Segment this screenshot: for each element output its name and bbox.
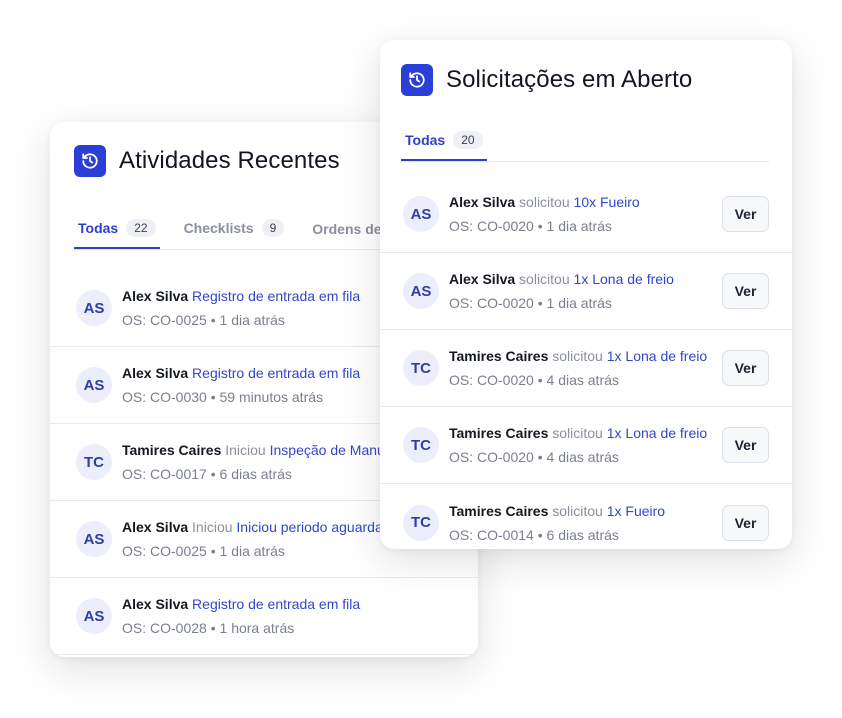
view-button[interactable]: Ver (722, 273, 769, 309)
order-number: OS: CO-0030 (122, 389, 207, 405)
user-name: Tamires Caires (449, 502, 549, 519)
avatar: AS (76, 598, 112, 634)
activity-link[interactable]: Inspeção de Manut (270, 442, 389, 458)
timestamp: 1 dia atrás (546, 295, 612, 311)
avatar: AS (403, 196, 439, 232)
tab-label: Checklists (183, 220, 254, 236)
recent-activities-title: Atividades Recentes (119, 147, 340, 174)
history-icon (74, 145, 106, 177)
order-number: OS: CO-0025 (122, 543, 207, 559)
timestamp: 1 dia atrás (546, 218, 612, 234)
user-name: Alex Silva (122, 519, 189, 535)
tab-label: Todas (78, 220, 119, 236)
request-verb: solicitou (552, 502, 603, 519)
timestamp: 59 minutos atrás (219, 389, 324, 405)
avatar: AS (76, 290, 112, 326)
user-name: Tamires Caires (449, 425, 549, 441)
order-number: OS: CO-0020 (449, 295, 534, 311)
avatar: TC (403, 504, 439, 541)
request-verb: solicitou (552, 425, 603, 441)
activity-link[interactable]: Registro de entrada em fila (192, 596, 360, 612)
order-number: OS: CO-0028 (122, 620, 207, 636)
request-verb: solicitou (519, 271, 570, 287)
activity-link[interactable]: Iniciou periodo aguarda (236, 519, 382, 535)
requested-item-link[interactable]: 1x Lona de freio (607, 348, 707, 364)
requested-item-link[interactable]: 1x Lona de freio (607, 425, 707, 441)
avatar: TC (76, 444, 112, 480)
requests-tabs: Todas 20 (401, 117, 769, 162)
timestamp: 6 dias atrás (546, 526, 619, 543)
timestamp: 4 dias atrás (546, 372, 619, 388)
timestamp: 1 dia atrás (219, 543, 285, 559)
activity-link[interactable]: Registro de entrada em fila (192, 365, 360, 381)
requested-item-link[interactable]: 1x Lona de freio (574, 271, 674, 287)
requested-item-link[interactable]: 10x Fueiro (574, 194, 640, 210)
activity-verb: Iniciou (192, 519, 233, 535)
avatar: AS (403, 273, 439, 309)
list-item[interactable]: AS Alex Silva Registro de entrada em fil… (50, 578, 478, 655)
order-number: OS: CO-0020 (449, 218, 534, 234)
timestamp: 6 dias atrás (219, 466, 292, 482)
tab-label: Todas (405, 132, 446, 148)
timestamp: 4 dias atrás (546, 449, 619, 465)
avatar: TC (403, 427, 439, 463)
request-verb: solicitou (519, 194, 570, 210)
user-name: Alex Silva (122, 288, 189, 304)
view-button[interactable]: Ver (722, 196, 769, 232)
open-requests-header: Solicitações em Aberto (380, 40, 792, 96)
tab-count: 9 (261, 219, 285, 237)
order-number: OS: CO-0020 (449, 372, 534, 388)
order-number: OS: CO-0025 (122, 312, 207, 328)
list-item: AS Alex Silva solicitou 1x Lona de freio… (380, 253, 792, 330)
history-icon (401, 64, 433, 96)
tab-checklists[interactable]: Checklists 9 (180, 219, 289, 249)
order-number: OS: CO-0017 (122, 466, 207, 482)
tab-todas[interactable]: Todas 20 (401, 131, 487, 161)
activity-verb: Iniciou (225, 442, 266, 458)
avatar: AS (76, 367, 112, 403)
view-button[interactable]: Ver (722, 427, 769, 463)
order-number: OS: CO-0014 (449, 526, 534, 543)
list-item: AS Alex Silva solicitou 10x Fueiro OS: C… (380, 176, 792, 253)
requested-item-link[interactable]: 1x Fueiro (607, 503, 665, 519)
tab-count: 22 (126, 219, 156, 237)
avatar: AS (76, 521, 112, 557)
open-requests-card: Solicitações em Aberto Todas 20 AS Alex … (380, 40, 792, 549)
order-number: OS: CO-0020 (449, 449, 534, 465)
requests-list: AS Alex Silva solicitou 10x Fueiro OS: C… (380, 162, 792, 549)
view-button[interactable]: Ver (722, 504, 769, 541)
avatar: TC (403, 350, 439, 386)
tab-todas[interactable]: Todas 22 (74, 219, 160, 249)
list-item: TC Tamires Caires solicitou 1x Lona de f… (380, 330, 792, 407)
list-item: TC Tamires Caires solicitou 1x Fueiro OS… (380, 484, 792, 549)
activity-link[interactable]: Registro de entrada em fila (192, 288, 360, 304)
tab-count: 20 (453, 131, 483, 149)
request-verb: solicitou (552, 348, 603, 364)
timestamp: 1 dia atrás (219, 312, 285, 328)
user-name: Tamires Caires (449, 348, 549, 364)
user-name: Alex Silva (449, 271, 516, 287)
user-name: Alex Silva (122, 365, 189, 381)
user-name: Tamires Caires (122, 442, 222, 458)
timestamp: 1 hora atrás (219, 620, 295, 636)
user-name: Alex Silva (449, 194, 516, 210)
open-requests-title: Solicitações em Aberto (446, 66, 693, 93)
list-item: TC Tamires Caires solicitou 1x Lona de f… (380, 407, 792, 484)
view-button[interactable]: Ver (722, 350, 769, 386)
user-name: Alex Silva (122, 596, 189, 612)
